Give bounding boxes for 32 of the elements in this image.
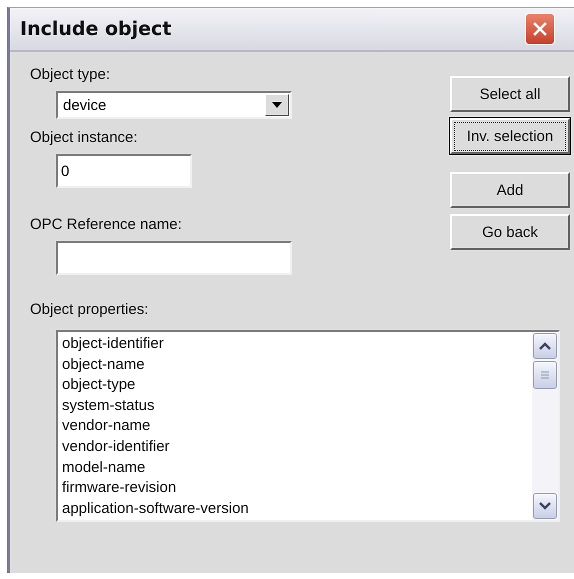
dialog-button[interactable]: Inv. selection bbox=[450, 118, 570, 154]
dialog-button[interactable]: Add bbox=[450, 172, 570, 208]
chevron-down-icon bbox=[539, 502, 551, 510]
close-icon bbox=[532, 21, 548, 37]
chevron-up-icon bbox=[539, 342, 551, 350]
field-label: OPC Reference name: bbox=[30, 216, 183, 233]
list-item[interactable]: vendor-name bbox=[62, 416, 528, 437]
list-item[interactable]: firmware-revision bbox=[62, 478, 528, 499]
scrollbar[interactable] bbox=[532, 332, 558, 520]
scroll-thumb[interactable] bbox=[533, 361, 557, 389]
input-field[interactable] bbox=[56, 241, 292, 275]
grip-icon bbox=[541, 371, 549, 379]
object-type-dropdown[interactable]: device bbox=[56, 91, 292, 119]
list-item[interactable]: system-status bbox=[62, 396, 528, 416]
close-button[interactable] bbox=[525, 13, 555, 45]
dialog-button[interactable]: Select all bbox=[450, 76, 570, 112]
list-item[interactable]: object-type bbox=[62, 375, 528, 396]
list-item[interactable]: application-software-version bbox=[62, 498, 528, 520]
field-label: Object type: bbox=[30, 66, 112, 83]
dialog-button[interactable]: Go back bbox=[450, 214, 570, 250]
input-field[interactable]: 0 bbox=[56, 154, 192, 188]
caret-icon bbox=[272, 102, 282, 108]
field-label: Object properties: bbox=[30, 301, 150, 318]
window-title: Include object bbox=[20, 18, 172, 40]
dropdown-button[interactable] bbox=[265, 94, 289, 116]
list-item[interactable]: model-name bbox=[62, 458, 528, 478]
list-item[interactable]: vendor-identifier bbox=[62, 436, 528, 458]
field-label: Object instance: bbox=[30, 129, 139, 146]
scroll-down-button[interactable] bbox=[533, 493, 557, 519]
list-item[interactable]: object-name bbox=[62, 354, 528, 376]
scroll-up-button[interactable] bbox=[533, 333, 557, 359]
list-item[interactable]: object-identifier bbox=[62, 334, 528, 355]
